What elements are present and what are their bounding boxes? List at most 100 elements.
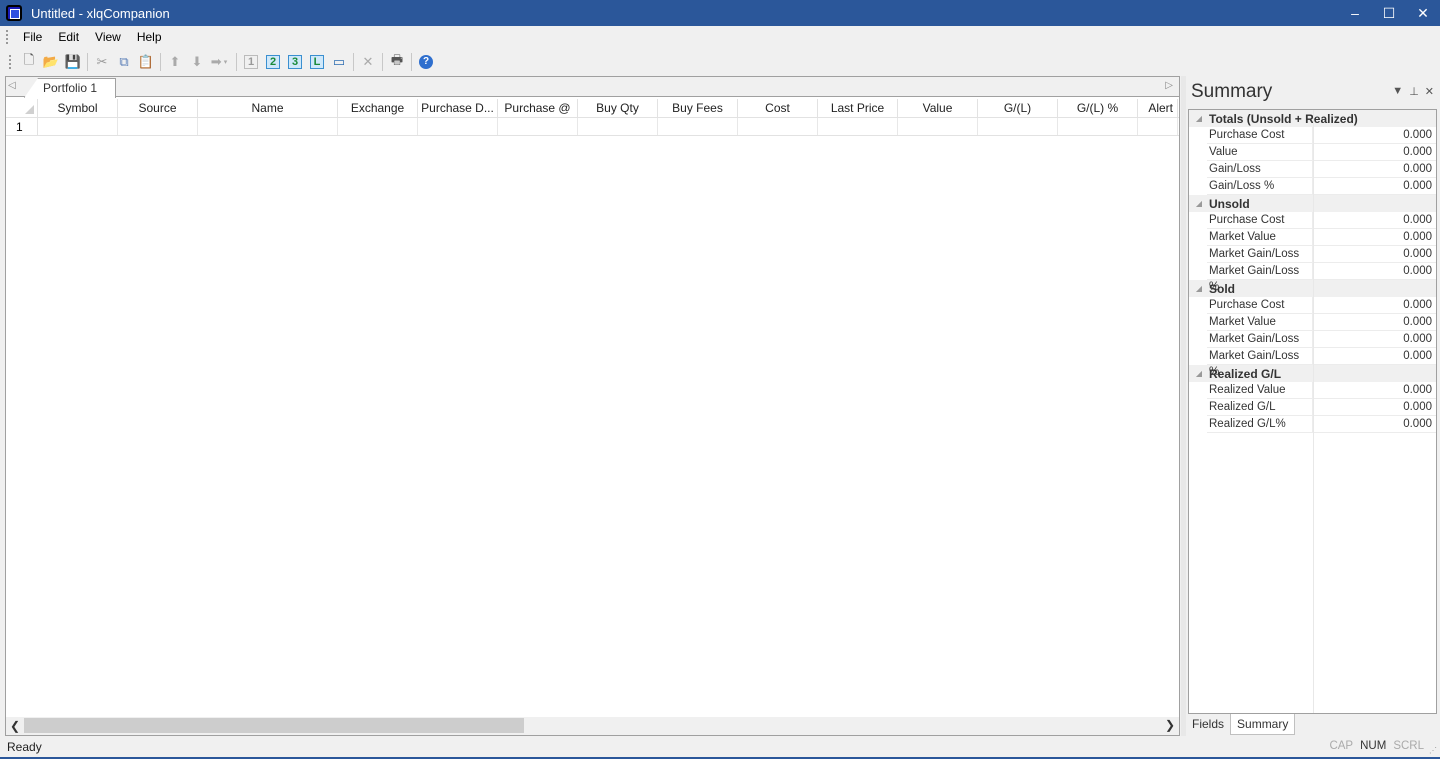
collapse-icon[interactable]: ◢ xyxy=(1189,284,1209,293)
cell-cost[interactable] xyxy=(738,118,818,135)
open-button[interactable]: 📂 xyxy=(40,51,62,73)
cell-buy-qty[interactable] xyxy=(578,118,658,135)
menu-help[interactable]: Help xyxy=(129,30,170,44)
tab-portfolio-1[interactable]: Portfolio 1 xyxy=(24,78,116,98)
column-header-last-price[interactable]: Last Price xyxy=(818,99,898,117)
column-header-gain-loss[interactable]: G/(L) xyxy=(978,99,1058,117)
column-header-purchase-price[interactable]: Purchase @ xyxy=(498,99,578,117)
column-header-value[interactable]: Value xyxy=(898,99,978,117)
move-down-button[interactable]: ⬇ xyxy=(186,51,208,73)
window-button[interactable]: ▭ xyxy=(328,51,350,73)
portfolio-1-button[interactable]: 1 xyxy=(240,51,262,73)
property-name: Market Value xyxy=(1207,314,1313,330)
cell-purchase-date[interactable] xyxy=(418,118,498,135)
property-value: 0.000 xyxy=(1403,350,1432,362)
category-sold[interactable]: ◢ Sold xyxy=(1189,280,1436,297)
category-realized[interactable]: ◢ Realized G/L xyxy=(1189,365,1436,382)
column-header-gain-loss-pct[interactable]: G/(L) % xyxy=(1058,99,1138,117)
help-button[interactable]: ? xyxy=(415,51,437,73)
scrollbar-thumb[interactable] xyxy=(24,718,524,733)
scroll-left-icon[interactable]: ❮ xyxy=(6,719,24,733)
paste-button[interactable]: 📋 xyxy=(135,51,157,73)
portfolio-3-button[interactable]: 3 xyxy=(284,51,306,73)
property-row[interactable]: Realized Value 0.000 xyxy=(1207,382,1436,399)
menu-file[interactable]: File xyxy=(15,30,50,44)
column-header-name[interactable]: Name xyxy=(198,99,338,117)
move-right-button[interactable]: ➡ ▾ xyxy=(208,51,230,73)
property-row[interactable]: Purchase Cost 0.000 xyxy=(1207,212,1436,229)
column-header-symbol[interactable]: Symbol xyxy=(38,99,118,117)
property-row[interactable]: Market Value 0.000 xyxy=(1207,229,1436,246)
cell-source[interactable] xyxy=(118,118,198,135)
column-header-buy-fees[interactable]: Buy Fees xyxy=(658,99,738,117)
property-name: Purchase Cost xyxy=(1207,297,1313,313)
collapse-icon[interactable]: ◢ xyxy=(1189,114,1209,123)
property-row[interactable]: Realized G/L 0.000 xyxy=(1207,399,1436,416)
tab-scroll-left-icon[interactable]: ◁ xyxy=(8,80,16,91)
cell-buy-fees[interactable] xyxy=(658,118,738,135)
property-row[interactable]: Gain/Loss 0.000 xyxy=(1207,161,1436,178)
cell-value[interactable] xyxy=(898,118,978,135)
cell-gain-loss[interactable] xyxy=(978,118,1058,135)
new-button[interactable]: 🗋 xyxy=(18,51,40,73)
property-row[interactable]: Market Value 0.000 xyxy=(1207,314,1436,331)
resize-grip-icon[interactable]: ⋰ xyxy=(1429,746,1437,755)
cut-button[interactable]: ✂ xyxy=(91,51,113,73)
cell-gain-loss-pct[interactable] xyxy=(1058,118,1138,135)
property-row[interactable]: Realized G/L% 0.000 xyxy=(1207,416,1436,433)
category-totals[interactable]: ◢ Totals (Unsold + Realized) xyxy=(1189,110,1436,127)
move-up-button[interactable]: ⬆ xyxy=(164,51,186,73)
category-unsold[interactable]: ◢ Unsold xyxy=(1189,195,1436,212)
column-header-exchange[interactable]: Exchange xyxy=(338,99,418,117)
panel-close-icon[interactable]: ✕ xyxy=(1425,85,1434,98)
property-value: 0.000 xyxy=(1403,214,1432,226)
delete-button[interactable]: ✕ xyxy=(357,51,379,73)
property-row[interactable]: Market Gain/Loss % 0.000 xyxy=(1207,348,1436,378)
cell-purchase-price[interactable] xyxy=(498,118,578,135)
horizontal-scrollbar[interactable]: ❮ ❯ xyxy=(6,717,1179,735)
cell-alert[interactable] xyxy=(1138,118,1178,135)
menu-grip[interactable] xyxy=(6,30,9,44)
row-header[interactable]: 1 xyxy=(6,118,38,135)
collapse-icon[interactable]: ◢ xyxy=(1189,369,1209,378)
dropdown-arrow-icon[interactable]: ▾ xyxy=(224,58,228,66)
property-row[interactable]: Purchase Cost 0.000 xyxy=(1207,127,1436,144)
select-all-corner[interactable] xyxy=(6,99,38,117)
cell-last-price[interactable] xyxy=(818,118,898,135)
column-header-buy-qty[interactable]: Buy Qty xyxy=(578,99,658,117)
collapse-icon[interactable]: ◢ xyxy=(1189,199,1209,208)
menu-edit[interactable]: Edit xyxy=(50,30,87,44)
maximize-button[interactable]: ☐ xyxy=(1372,0,1406,26)
cell-exchange[interactable] xyxy=(338,118,418,135)
column-header-alert[interactable]: Alert xyxy=(1138,99,1178,117)
column-header-source[interactable]: Source xyxy=(118,99,198,117)
tab-scroll-right-icon[interactable]: ▷ xyxy=(1165,80,1173,91)
property-row[interactable]: Value 0.000 xyxy=(1207,144,1436,161)
print-button[interactable]: 🖶 xyxy=(386,51,408,73)
portfolio-2-button[interactable]: 2 xyxy=(262,51,284,73)
scroll-right-icon[interactable]: ❯ xyxy=(1165,718,1175,732)
minimize-button[interactable]: ‒ xyxy=(1338,0,1372,26)
toolbar-grip[interactable] xyxy=(9,55,12,69)
pin-icon[interactable]: ⊥ xyxy=(1409,85,1419,98)
menu-view[interactable]: View xyxy=(87,30,129,44)
panel-menu-icon[interactable]: ▼ xyxy=(1392,85,1403,98)
tab-fields[interactable]: Fields xyxy=(1186,714,1230,735)
close-button[interactable]: ✕ xyxy=(1406,0,1440,26)
portfolio-l-button[interactable]: L xyxy=(306,51,328,73)
property-row[interactable]: Market Gain/Loss % 0.000 xyxy=(1207,263,1436,293)
app-icon[interactable] xyxy=(6,5,22,21)
save-button[interactable]: 💾 xyxy=(62,51,84,73)
cell-symbol[interactable] xyxy=(38,118,118,135)
cell-name[interactable] xyxy=(198,118,338,135)
column-header-purchase-date[interactable]: Purchase D... xyxy=(418,99,498,117)
property-row[interactable]: Gain/Loss % 0.000 xyxy=(1207,178,1436,195)
property-row[interactable]: Purchase Cost 0.000 xyxy=(1207,297,1436,314)
column-header-cost[interactable]: Cost xyxy=(738,99,818,117)
status-text: Ready xyxy=(7,740,42,754)
property-row[interactable]: Market Gain/Loss 0.000 xyxy=(1207,246,1436,263)
property-row[interactable]: Market Gain/Loss 0.000 xyxy=(1207,331,1436,348)
tab-summary[interactable]: Summary xyxy=(1230,714,1296,735)
copy-button[interactable]: ⧉ xyxy=(113,51,135,73)
summary-panel: Summary ▼ ⊥ ✕ ◢ Totals (Unsold + Realized… xyxy=(1186,76,1440,736)
